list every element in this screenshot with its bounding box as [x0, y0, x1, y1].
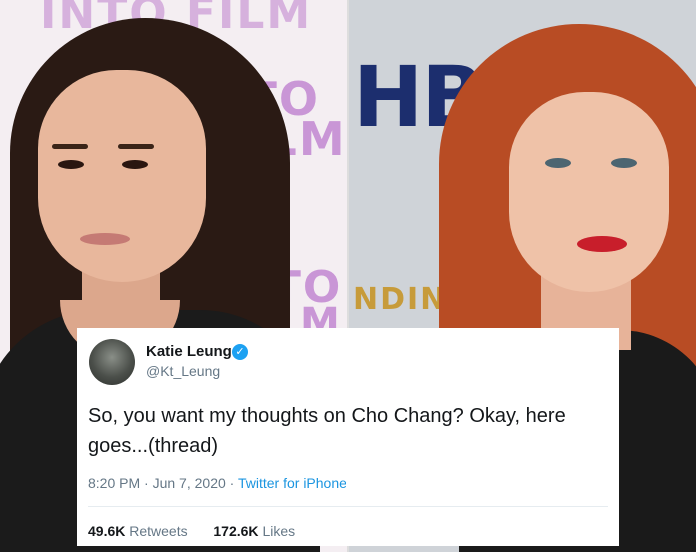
retweets-label: Retweets	[129, 523, 188, 539]
tweet-date[interactable]: Jun 7, 2020	[153, 475, 226, 491]
tweet-meta: 8:20 PM · Jun 7, 2020 · Twitter for iPho…	[88, 475, 346, 495]
likes-count: 172.6K	[213, 523, 259, 539]
eye	[545, 158, 571, 168]
author-handle[interactable]: @Kt_Leung	[146, 363, 220, 379]
meta-separator: ·	[225, 475, 238, 491]
retweets-stat[interactable]: 49.6K Retweets	[88, 523, 188, 539]
face	[509, 92, 669, 292]
eye	[58, 160, 84, 169]
face	[38, 70, 206, 282]
lips	[80, 233, 130, 245]
avatar[interactable]	[89, 339, 135, 385]
eyebrow	[118, 144, 154, 149]
divider	[88, 506, 608, 507]
author-name[interactable]: Katie Leung	[146, 343, 232, 360]
verified-badge-icon: ✓	[232, 344, 248, 360]
likes-label: Likes	[262, 523, 296, 539]
lips	[577, 236, 627, 252]
tweet-card[interactable]: Katie Leung ✓ @Kt_Leung So, you want my …	[77, 328, 619, 546]
retweets-count: 49.6K	[88, 523, 126, 539]
tweet-source-link[interactable]: Twitter for iPhone	[238, 475, 346, 491]
meta-separator: ·	[140, 475, 153, 491]
tweet-time[interactable]: 8:20 PM	[88, 475, 140, 491]
eyebrow	[52, 144, 88, 149]
eye	[611, 158, 637, 168]
likes-stat[interactable]: 172.6K Likes	[213, 523, 295, 539]
eye	[122, 160, 148, 169]
tweet-text: So, you want my thoughts on Cho Chang? O…	[88, 405, 566, 457]
engagement-stats: 49.6K Retweets 172.6K Likes	[88, 523, 295, 539]
